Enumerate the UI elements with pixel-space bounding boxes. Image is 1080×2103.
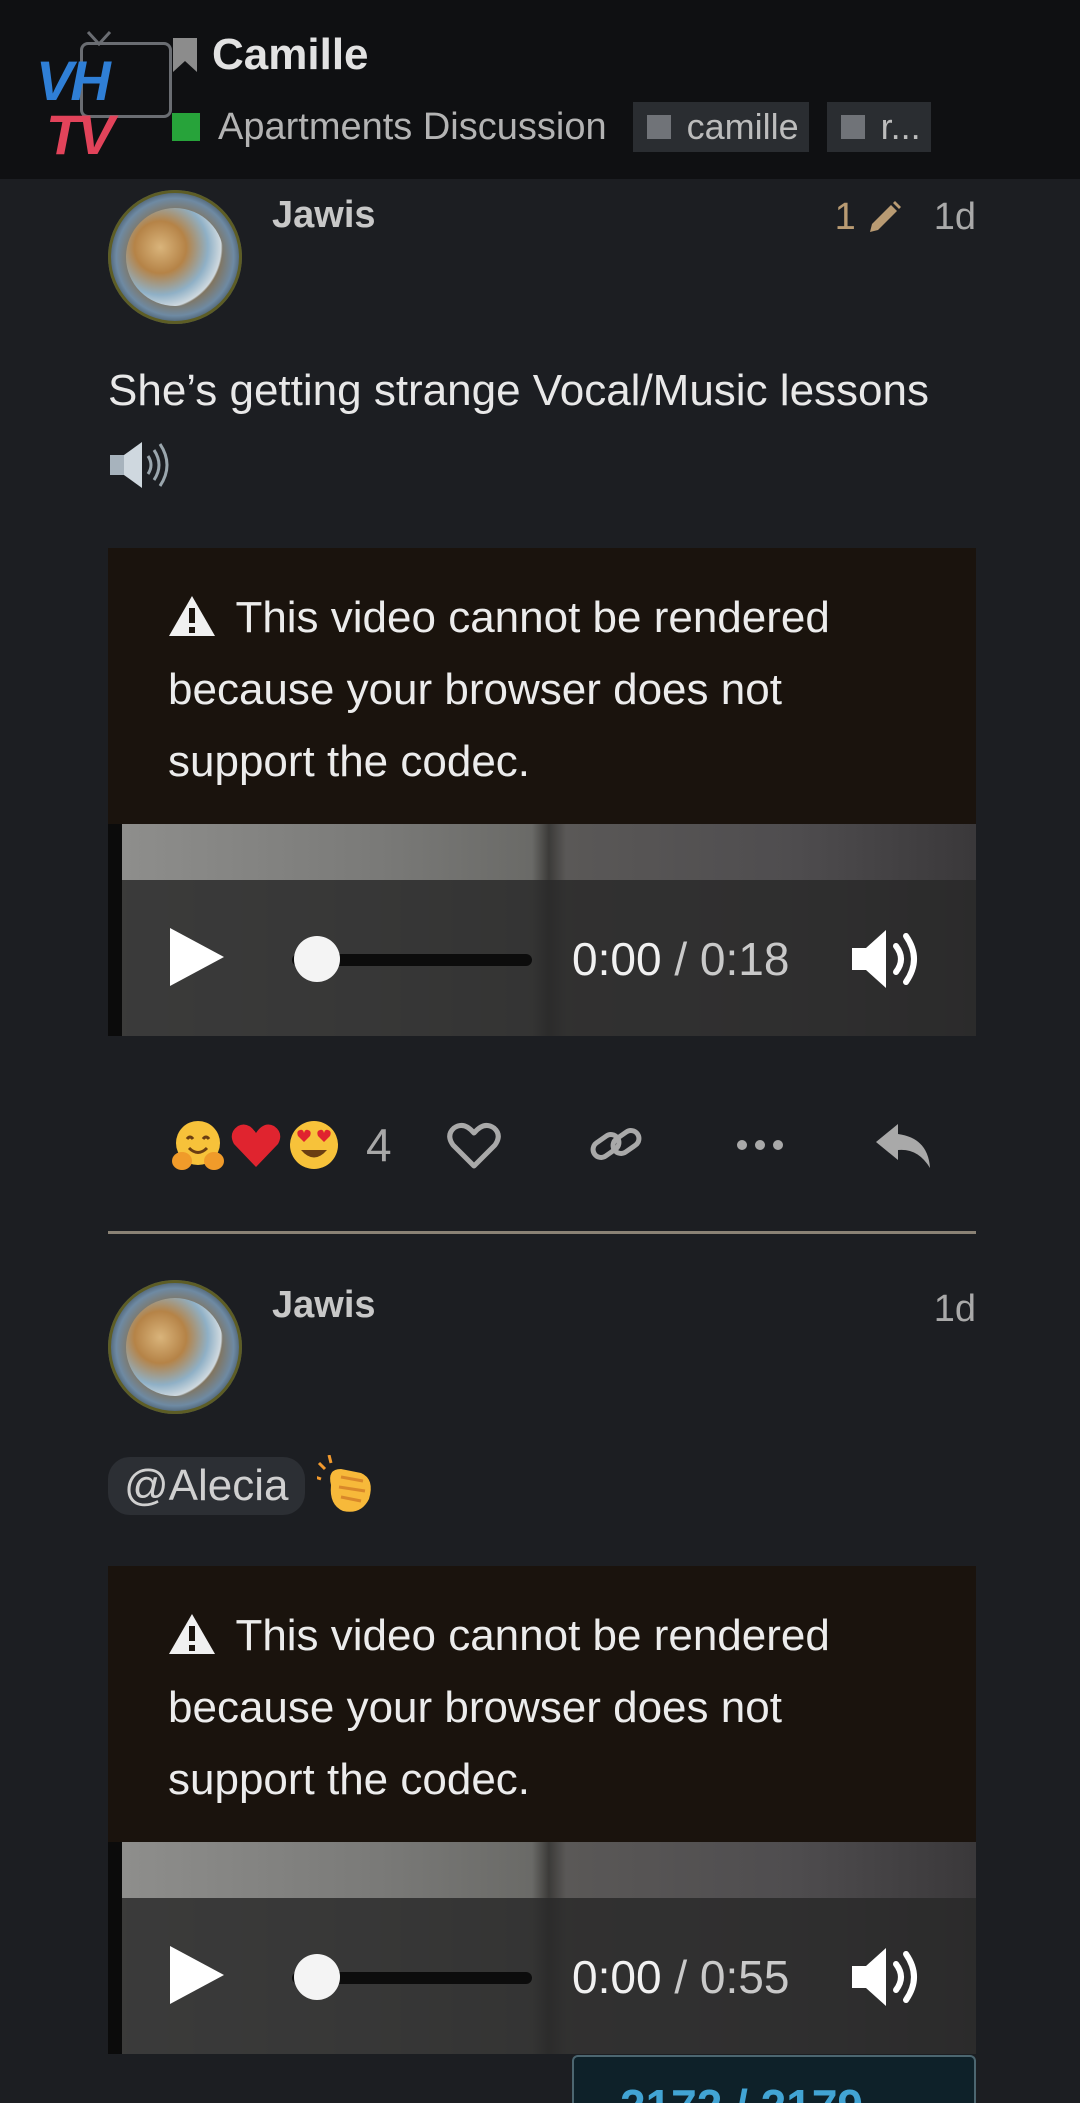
warning-icon xyxy=(169,596,215,636)
reaction-count: 4 xyxy=(366,1119,392,1171)
heart-eyes-icon xyxy=(290,1121,338,1169)
post-username[interactable]: Jawis xyxy=(272,1284,376,1327)
tag-truncated[interactable]: r... xyxy=(826,102,931,152)
heart-icon xyxy=(231,1124,281,1167)
topic-progress-indicator[interactable]: 2172 / 2179 xyxy=(572,2055,976,2103)
post-username[interactable]: Jawis xyxy=(272,194,376,237)
warning-icon xyxy=(169,1614,215,1654)
video-time: 0:00 / 0:55 xyxy=(572,1950,789,2004)
topic-header: VH TV Camille Apartments Discussion cami… xyxy=(0,0,1080,179)
post-age[interactable]: 1d xyxy=(934,1288,976,1331)
post-body: She’s getting strange Vocal/Music lesson… xyxy=(108,355,968,499)
pencil-icon xyxy=(869,200,901,232)
topic-progress-text: 2172 / 2179 xyxy=(620,2079,863,2103)
tag-label: camille xyxy=(686,106,799,147)
more-options-icon[interactable] xyxy=(732,1120,788,1170)
tag-camille[interactable]: camille xyxy=(632,102,809,152)
video-codec-warning: This video cannot be rendered because yo… xyxy=(168,1600,928,1816)
video-duration: 0:18 xyxy=(699,933,790,985)
post-meta: 1d xyxy=(934,1288,976,1331)
video-controls: 0:00 / 0:18 xyxy=(122,880,976,1036)
post-divider xyxy=(108,1231,976,1234)
clapping-hands-icon xyxy=(316,1455,371,1513)
edit-history[interactable]: 1 xyxy=(835,196,904,239)
tag-square-icon xyxy=(840,115,865,139)
site-logo[interactable]: VH TV xyxy=(36,30,172,166)
video-warning-text: This video cannot be rendered because yo… xyxy=(168,593,830,786)
post-actions: 4 xyxy=(170,1110,940,1180)
category-color-badge xyxy=(172,113,200,141)
speaker-icon xyxy=(110,442,169,489)
user-mention[interactable]: @Alecia xyxy=(108,1457,305,1516)
video-player[interactable]: 0:00 / 0:55 xyxy=(108,1842,976,2054)
tag-label: r... xyxy=(880,106,921,147)
topic-title[interactable]: Camille xyxy=(172,30,369,80)
video-player[interactable]: 0:00 / 0:18 xyxy=(108,824,976,1036)
like-heart-icon[interactable] xyxy=(446,1120,502,1170)
video-progress-handle[interactable] xyxy=(294,1954,340,2000)
reply-icon[interactable] xyxy=(874,1120,934,1172)
video-embed: This video cannot be rendered because yo… xyxy=(108,548,976,1036)
play-icon[interactable] xyxy=(166,1944,226,2006)
post-text: She’s getting strange Vocal/Music lesson… xyxy=(108,366,929,415)
post-age[interactable]: 1d xyxy=(934,196,976,239)
post-body: @Alecia xyxy=(108,1448,968,1520)
video-time-separator: / xyxy=(674,1951,688,2003)
volume-icon[interactable] xyxy=(850,1942,926,2012)
video-current-time: 0:00 xyxy=(572,933,662,985)
avatar[interactable] xyxy=(108,190,242,324)
video-current-time: 0:00 xyxy=(572,1951,662,2003)
topic-meta: Apartments Discussion camille r... xyxy=(172,100,949,154)
link-icon[interactable] xyxy=(588,1120,644,1170)
video-embed: This video cannot be rendered because yo… xyxy=(108,1566,976,2054)
post-meta: 1 1d xyxy=(835,196,976,239)
topic-title-text: Camille xyxy=(212,30,369,79)
video-controls: 0:00 / 0:55 xyxy=(122,1898,976,2054)
video-progress-handle[interactable] xyxy=(294,936,340,982)
hugging-face-icon xyxy=(172,1121,224,1170)
reactions-summary[interactable]: 4 xyxy=(170,1117,392,1173)
play-icon[interactable] xyxy=(166,926,226,988)
video-duration: 0:55 xyxy=(699,1951,790,2003)
volume-icon[interactable] xyxy=(850,924,926,994)
logo-tv: TV xyxy=(46,103,115,166)
video-warning-text: This video cannot be rendered because yo… xyxy=(168,1611,830,1804)
video-time: 0:00 / 0:18 xyxy=(572,932,789,986)
video-codec-warning: This video cannot be rendered because yo… xyxy=(168,582,928,798)
video-time-separator: / xyxy=(674,933,688,985)
category-link[interactable]: Apartments Discussion xyxy=(218,106,607,149)
tag-square-icon xyxy=(646,115,671,139)
avatar[interactable] xyxy=(108,1280,242,1414)
bookmark-icon xyxy=(173,38,197,72)
edit-count: 1 xyxy=(834,196,856,238)
